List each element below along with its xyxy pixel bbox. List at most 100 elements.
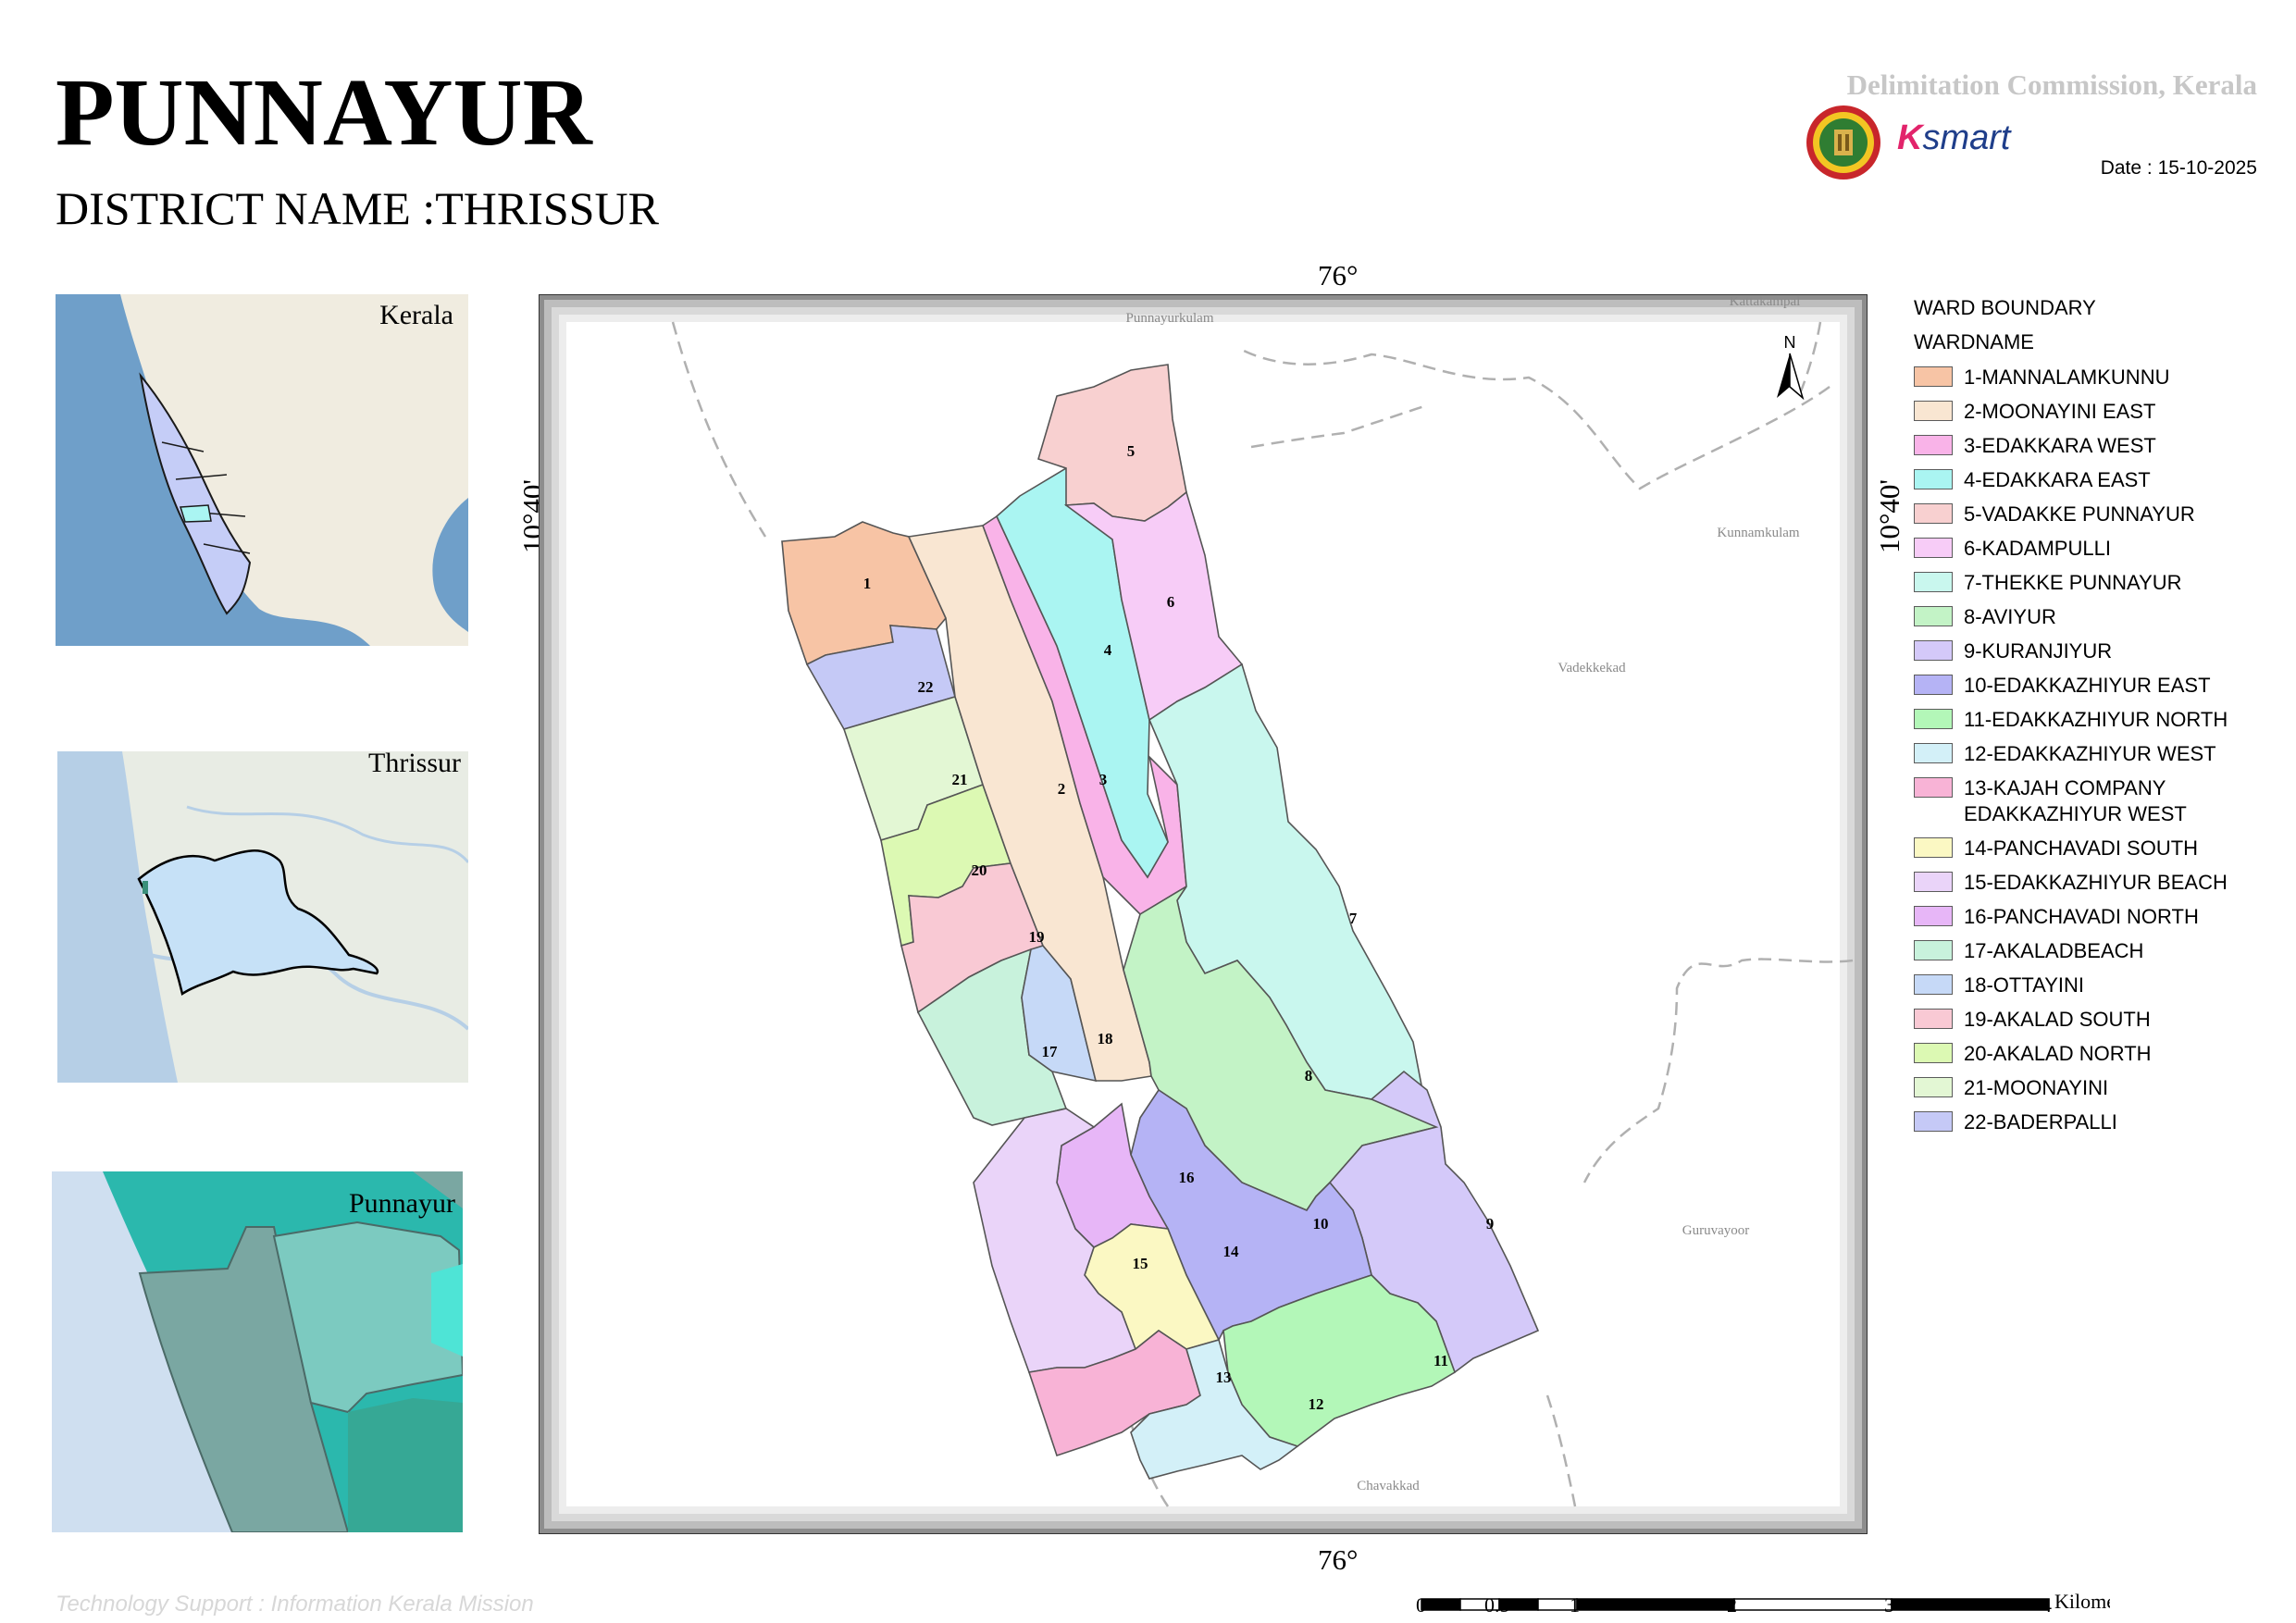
legend-item-16: 16-PANCHAVADI NORTH [1914, 904, 2260, 930]
legend-item-7: 7-THEKKE PUNNAYUR [1914, 570, 2260, 596]
ward-label-1: 1 [863, 575, 872, 592]
coord-right-text: 10°40' [1873, 479, 1905, 553]
legend-swatch-7 [1914, 572, 1953, 592]
legend-swatch-14 [1914, 837, 1953, 858]
ward-label-3: 3 [1099, 771, 1108, 788]
legend-item-15: 15-EDAKKAZHIYUR BEACH [1914, 870, 2260, 896]
legend-label-20: 20-AKALAD NORTH [1964, 1042, 2152, 1065]
legend-label-5: 5-VADAKKE PUNNAYUR [1964, 502, 2195, 526]
legend-item-17: 17-AKALADBEACH [1914, 938, 2260, 964]
inset-thrissur-label: Thrissur [368, 751, 461, 778]
scale-tick-0: 0 [1416, 1593, 1426, 1617]
legend-label-9: 9-KURANJIYUR [1964, 639, 2113, 663]
legend-swatch-19 [1914, 1009, 1953, 1029]
legend-swatch-12 [1914, 743, 1953, 763]
ward-label-5: 5 [1127, 442, 1136, 460]
ward-label-19: 19 [1029, 928, 1045, 946]
inset-punnayur-label: Punnayur [349, 1188, 455, 1219]
legend-item-19: 19-AKALAD SOUTH [1914, 1007, 2260, 1033]
legend-item-9: 9-KURANJIYUR [1914, 638, 2260, 664]
legend-item-11: 11-EDAKKAZHIYUR NORTH [1914, 707, 2260, 733]
legend-swatch-20 [1914, 1043, 1953, 1063]
page-title: PUNNAYUR [56, 59, 592, 166]
district-name: DISTRICT NAME :THRISSUR [56, 182, 659, 234]
legend-swatch-3 [1914, 435, 1953, 455]
legend-swatch-1 [1914, 366, 1953, 387]
place-kunnamkulam: Kunnamkulam [1717, 526, 1799, 540]
ward-label-17: 17 [1042, 1043, 1059, 1060]
inset-kerala-label: Kerala [379, 300, 453, 330]
ksmart-logo: Ksmart [1897, 118, 2011, 157]
coord-bottom: 76° [1318, 1543, 1359, 1576]
legend-swatch-2 [1914, 401, 1953, 421]
legend-label-6: 6-KADAMPULLI [1964, 537, 2111, 560]
place-vadekkekad: Vadekkekad [1558, 661, 1626, 675]
legend-swatch-4 [1914, 469, 1953, 489]
legend-swatch-8 [1914, 606, 1953, 626]
legend-swatch-21 [1914, 1077, 1953, 1097]
legend-label-2: 2-MOONAYINI EAST [1964, 400, 2156, 423]
scale-tick-labels: 0 0.5 1 2 3 4 [1407, 1593, 2110, 1623]
ward-label-12: 12 [1309, 1395, 1324, 1413]
legend-swatch-6 [1914, 538, 1953, 558]
ward-label-4: 4 [1104, 641, 1112, 659]
legend-item-6: 6-KADAMPULLI [1914, 536, 2260, 562]
legend: WARD BOUNDARY WARDNAME 1-MANNALAMKUNNU 2-… [1914, 296, 2284, 1147]
legend-swatch-11 [1914, 709, 1953, 729]
legend-label-17: 17-AKALADBEACH [1964, 939, 2144, 962]
scale-tick-1: 1 [1570, 1593, 1580, 1617]
ward-label-18: 18 [1098, 1030, 1113, 1047]
legend-swatch-13 [1914, 777, 1953, 798]
legend-item-3: 3-EDAKKARA WEST [1914, 433, 2260, 459]
legend-item-22: 22-BADERPALLI [1914, 1109, 2260, 1135]
ward-label-11: 11 [1433, 1352, 1448, 1369]
legend-item-5: 5-VADAKKE PUNNAYUR [1914, 502, 2260, 527]
inset-thrissur: Thrissur [57, 751, 468, 1083]
legend-label-12: 12-EDAKKAZHIYUR WEST [1964, 742, 2216, 765]
scale-tick-3: 3 [1884, 1593, 1894, 1617]
legend-swatch-18 [1914, 974, 1953, 995]
legend-label-8: 8-AVIYUR [1964, 605, 2056, 628]
legend-item-14: 14-PANCHAVADI SOUTH [1914, 836, 2260, 861]
legend-swatch-5 [1914, 503, 1953, 524]
ward-label-9: 9 [1486, 1215, 1495, 1233]
ward-label-21: 21 [952, 771, 968, 788]
legend-label-4: 4-EDAKKARA EAST [1964, 468, 2151, 491]
ward-label-22: 22 [918, 678, 934, 696]
legend-label-1: 1-MANNALAMKUNNU [1964, 365, 2170, 389]
ward-label-14: 14 [1223, 1243, 1240, 1260]
legend-swatch-15 [1914, 872, 1953, 892]
legend-label-19: 19-AKALAD SOUTH [1964, 1008, 2151, 1031]
legend-label-18: 18-OTTAYINI [1964, 973, 2084, 997]
ward-label-13: 13 [1216, 1369, 1232, 1386]
coord-right: 10°40' [1871, 479, 1908, 553]
legend-swatch-9 [1914, 640, 1953, 661]
ward-label-15: 15 [1133, 1255, 1148, 1272]
legend-label-22: 22-BADERPALLI [1964, 1110, 2117, 1134]
legend-swatch-22 [1914, 1111, 1953, 1132]
north-arrow-label: N [1784, 333, 1796, 352]
ksmart-logo-text: smart [1922, 118, 2011, 157]
ward-label-10: 10 [1313, 1215, 1329, 1233]
election-commission-seal-icon [1806, 105, 1880, 180]
scale-tick-05: 0.5 [1484, 1593, 1510, 1617]
legend-label-21: 21-MOONAYINI [1964, 1076, 2109, 1099]
ward-label-8: 8 [1305, 1067, 1313, 1084]
scale-tick-4: 4 [2042, 1593, 2052, 1617]
ward-label-6: 6 [1167, 593, 1175, 611]
ward-label-20: 20 [972, 861, 987, 879]
legend-label-10: 10-EDAKKAZHIYUR EAST [1964, 674, 2211, 697]
place-kattakampal: Kattakampal [1730, 294, 1801, 309]
place-punnayurkulam: Punnayurkulam [1126, 311, 1214, 326]
ward-label-2: 2 [1058, 780, 1066, 798]
legend-label-13: 13-KAJAH COMPANY EDAKKAZHIYUR WEST [1964, 776, 2187, 825]
legend-item-18: 18-OTTAYINI [1914, 973, 2260, 998]
place-chavakkad: Chavakkad [1357, 1479, 1420, 1493]
legend-label-7: 7-THEKKE PUNNAYUR [1964, 571, 2182, 594]
commission-name: Delimitation Commission, Kerala [1846, 68, 2257, 101]
main-map: 1 2 3 4 5 6 7 8 9 10 11 12 13 14 15 16 1… [539, 294, 1868, 1534]
ward-label-16: 16 [1179, 1169, 1195, 1186]
legend-label-11: 11-EDAKKAZHIYUR NORTH [1964, 708, 2228, 731]
legend-item-1: 1-MANNALAMKUNNU [1914, 365, 2260, 390]
legend-label-15: 15-EDAKKAZHIYUR BEACH [1964, 871, 2228, 894]
